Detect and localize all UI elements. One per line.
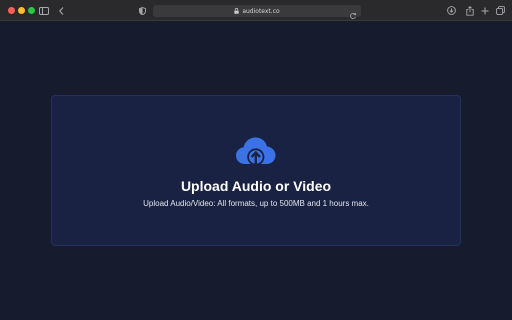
close-window-button[interactable]	[8, 7, 15, 14]
back-arrow-icon[interactable]	[57, 4, 65, 17]
download-icon[interactable]	[446, 4, 456, 17]
browser-toolbar: audiotext.co	[0, 0, 512, 21]
upload-description: Upload Audio/Video: All formats, up to 5…	[143, 199, 369, 208]
page-content: Upload Audio or Video Upload Audio/Video…	[0, 21, 512, 320]
minimize-window-button[interactable]	[18, 7, 25, 14]
plus-icon[interactable]	[480, 4, 489, 17]
upload-title: Upload Audio or Video	[180, 178, 332, 194]
zoom-window-button[interactable]	[28, 7, 35, 14]
reload-icon[interactable]	[349, 7, 357, 19]
address-bar[interactable]: audiotext.co	[153, 5, 361, 19]
share-icon[interactable]	[465, 4, 474, 17]
lock-icon	[234, 8, 240, 15]
url-text: audiotext.co	[242, 7, 280, 15]
upload-dropzone[interactable]: Upload Audio or Video Upload Audio/Video…	[51, 95, 461, 246]
cloud-upload-icon	[235, 136, 277, 168]
sidebar-icon[interactable]	[39, 4, 49, 17]
tabs-icon[interactable]	[496, 4, 505, 17]
shield-icon[interactable]	[138, 4, 147, 17]
